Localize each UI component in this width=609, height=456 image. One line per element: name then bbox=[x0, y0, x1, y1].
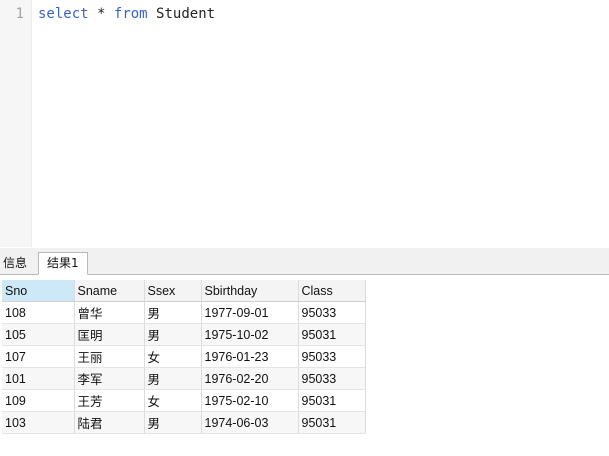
cell-sbirthday[interactable]: 1976-02-20 bbox=[201, 367, 299, 390]
table-row[interactable]: 103 陆君 男 1974-06-03 95031 bbox=[2, 411, 366, 434]
cell-sname[interactable]: 李军 bbox=[74, 367, 145, 390]
table-row[interactable]: 108 曾华 男 1977-09-01 95033 bbox=[2, 301, 366, 324]
table-row[interactable]: 107 王丽 女 1976-01-23 95033 bbox=[2, 345, 366, 368]
column-header-sname[interactable]: Sname bbox=[74, 280, 145, 302]
cell-sname[interactable]: 匡明 bbox=[74, 323, 145, 346]
cell-sno[interactable]: 105 bbox=[2, 323, 75, 346]
table-row[interactable]: 109 王芳 女 1975-02-10 95031 bbox=[2, 389, 366, 412]
cell-sbirthday[interactable]: 1975-10-02 bbox=[201, 323, 299, 346]
cell-class[interactable]: 95031 bbox=[298, 323, 366, 346]
asterisk: * bbox=[97, 6, 106, 22]
tab-result-1[interactable]: 结果1 bbox=[38, 252, 88, 275]
result-tab-bar: 信息 结果1 bbox=[0, 248, 609, 275]
cell-sbirthday[interactable]: 1977-09-01 bbox=[201, 301, 299, 324]
table-row[interactable]: 105 匡明 男 1975-10-02 95031 bbox=[2, 323, 366, 346]
cell-class[interactable]: 95033 bbox=[298, 367, 366, 390]
cell-ssex[interactable]: 男 bbox=[144, 411, 202, 434]
code-line[interactable]: select * from Student bbox=[38, 6, 215, 22]
table-row[interactable]: 101 李军 男 1976-02-20 95033 bbox=[2, 367, 366, 390]
cell-class[interactable]: 95031 bbox=[298, 389, 366, 412]
line-number: 1 bbox=[15, 6, 24, 22]
cell-sname[interactable]: 曾华 bbox=[74, 301, 145, 324]
cell-sbirthday[interactable]: 1976-01-23 bbox=[201, 345, 299, 368]
cell-sname[interactable]: 王丽 bbox=[74, 345, 145, 368]
cell-sname[interactable]: 陆君 bbox=[74, 411, 145, 434]
cell-sno[interactable]: 108 bbox=[2, 301, 75, 324]
table-identifier: Student bbox=[156, 6, 216, 22]
cell-sno[interactable]: 107 bbox=[2, 345, 75, 368]
cell-ssex[interactable]: 女 bbox=[144, 345, 202, 368]
cell-ssex[interactable]: 女 bbox=[144, 389, 202, 412]
cell-class[interactable]: 95033 bbox=[298, 301, 366, 324]
column-header-sno[interactable]: Sno bbox=[2, 280, 75, 302]
cell-sname[interactable]: 王芳 bbox=[74, 389, 145, 412]
column-header-class[interactable]: Class bbox=[298, 280, 366, 302]
column-header-sbirthday[interactable]: Sbirthday bbox=[201, 280, 299, 302]
tab-info[interactable]: 信息 bbox=[0, 252, 34, 274]
line-number-gutter: 1 bbox=[0, 0, 32, 247]
cell-ssex[interactable]: 男 bbox=[144, 323, 202, 346]
column-header-ssex[interactable]: Ssex bbox=[144, 280, 202, 302]
cell-sbirthday[interactable]: 1974-06-03 bbox=[201, 411, 299, 434]
cell-ssex[interactable]: 男 bbox=[144, 301, 202, 324]
sql-editor[interactable]: 1 select * from Student bbox=[0, 0, 609, 247]
cell-class[interactable]: 95031 bbox=[298, 411, 366, 434]
cell-class[interactable]: 95033 bbox=[298, 345, 366, 368]
cell-sno[interactable]: 101 bbox=[2, 367, 75, 390]
cell-sbirthday[interactable]: 1975-02-10 bbox=[201, 389, 299, 412]
keyword-from: from bbox=[113, 6, 148, 22]
keyword-select: select bbox=[38, 6, 89, 22]
cell-sno[interactable]: 103 bbox=[2, 411, 75, 434]
header-row: Sno Sname Ssex Sbirthday Class bbox=[2, 280, 366, 302]
cell-ssex[interactable]: 男 bbox=[144, 367, 202, 390]
result-grid[interactable]: Sno Sname Ssex Sbirthday Class 108 曾华 男 … bbox=[2, 280, 366, 434]
cell-sno[interactable]: 109 bbox=[2, 389, 75, 412]
